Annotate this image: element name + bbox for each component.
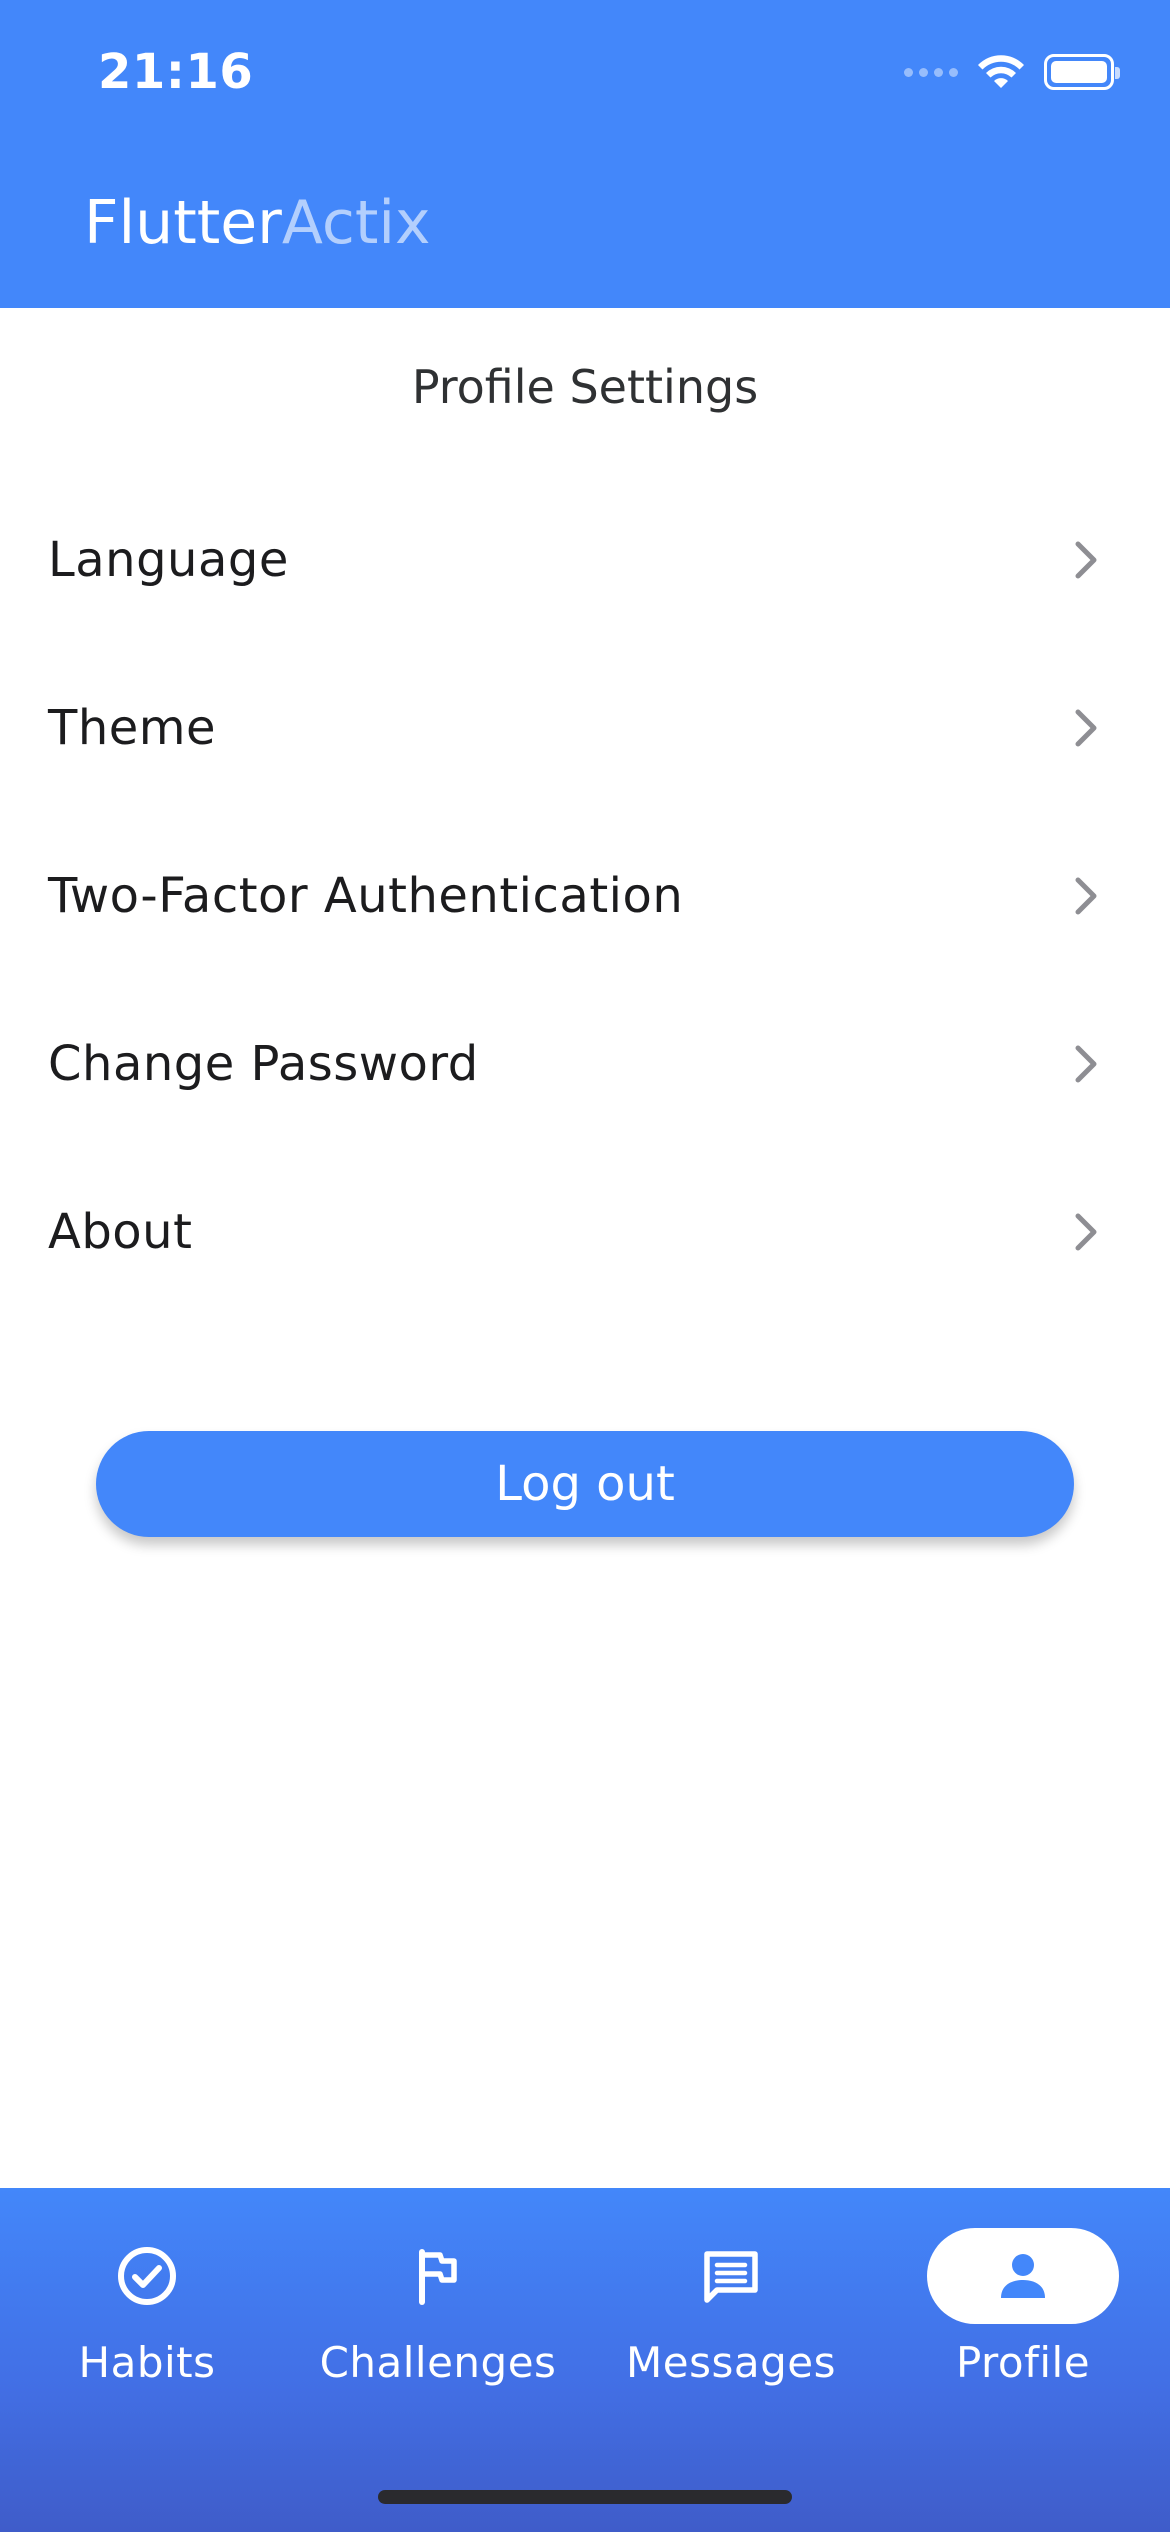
chevron-right-icon bbox=[1075, 541, 1097, 579]
nav-item-messages[interactable]: Messages bbox=[616, 2228, 846, 2398]
status-indicators bbox=[904, 52, 1120, 92]
flag-icon bbox=[419, 2249, 457, 2305]
brand-part-secondary: Actix bbox=[281, 188, 431, 258]
settings-item-theme[interactable]: Theme bbox=[0, 644, 1170, 812]
bottom-navigation: Habits Challenges Messages Profile bbox=[0, 2188, 1170, 2532]
settings-item-change-password[interactable]: Change Password bbox=[0, 980, 1170, 1148]
chevron-right-icon bbox=[1075, 1213, 1097, 1251]
settings-item-label: Theme bbox=[48, 700, 217, 756]
nav-label: Habits bbox=[78, 2338, 216, 2387]
settings-item-about[interactable]: About bbox=[0, 1148, 1170, 1316]
nav-item-profile[interactable]: Profile bbox=[908, 2228, 1138, 2398]
cellular-signal-icon bbox=[904, 67, 958, 77]
status-time: 21:16 bbox=[98, 44, 254, 100]
page-title: Profile Settings bbox=[411, 360, 759, 414]
settings-item-label: Language bbox=[48, 532, 289, 588]
battery-icon bbox=[1044, 54, 1120, 90]
chevron-right-icon bbox=[1075, 877, 1097, 915]
nav-item-habits[interactable]: Habits bbox=[32, 2228, 262, 2398]
nav-label: Challenges bbox=[319, 2338, 557, 2387]
settings-item-two-factor-authentication[interactable]: Two-Factor Authentication bbox=[0, 812, 1170, 980]
settings-list: Language Theme Two-Factor Authentication… bbox=[0, 476, 1170, 1316]
nav-icon-container bbox=[635, 2228, 827, 2324]
settings-item-label: About bbox=[48, 1204, 193, 1260]
home-indicator bbox=[378, 2490, 792, 2504]
nav-icon-container bbox=[51, 2228, 243, 2324]
nav-label: Profile bbox=[955, 2338, 1091, 2387]
nav-item-challenges[interactable]: Challenges bbox=[320, 2228, 556, 2398]
person-icon bbox=[1001, 2254, 1045, 2298]
wifi-icon bbox=[978, 55, 1024, 88]
chevron-right-icon bbox=[1075, 709, 1097, 747]
app-brand: FlutterActix bbox=[84, 188, 431, 258]
nav-label: Messages bbox=[626, 2338, 836, 2387]
settings-item-language[interactable]: Language bbox=[0, 476, 1170, 644]
settings-item-label: Two-Factor Authentication bbox=[48, 868, 684, 924]
nav-icon-container bbox=[342, 2228, 534, 2324]
settings-item-label: Change Password bbox=[48, 1036, 479, 1092]
chevron-right-icon bbox=[1075, 1045, 1097, 1083]
message-icon bbox=[704, 2251, 758, 2303]
nav-icon-container bbox=[927, 2228, 1119, 2324]
logout-button[interactable]: Log out bbox=[96, 1431, 1074, 1537]
check-circle-icon bbox=[118, 2247, 176, 2305]
app-header: 21:16 FlutterActix bbox=[0, 0, 1170, 308]
brand-part-primary: Flutter bbox=[84, 188, 282, 258]
